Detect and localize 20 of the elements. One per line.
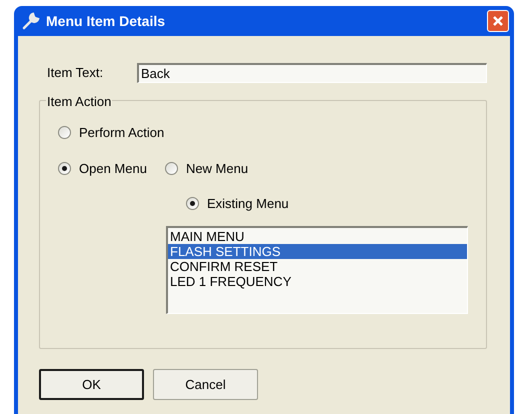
radio-button[interactable] — [164, 162, 178, 175]
list-item[interactable]: FLASH SETTINGS — [168, 244, 467, 258]
radio-button[interactable] — [186, 197, 199, 210]
dialog-button[interactable]: Cancel — [153, 369, 258, 400]
list-item[interactable]: MAIN MENU — [168, 228, 467, 244]
radio-button[interactable] — [58, 126, 71, 140]
item-text-field[interactable]: Back — [137, 63, 487, 83]
radio-label: New Menu — [186, 160, 248, 178]
field-label: Item Text: — [47, 64, 104, 82]
list-item[interactable]: CONFIRM RESET — [168, 258, 467, 274]
radio-button[interactable] — [58, 162, 71, 175]
radio-label: Open Menu — [79, 160, 147, 178]
list-item[interactable]: LED 1 FREQUENCY — [168, 274, 467, 288]
close-button[interactable] — [487, 10, 509, 32]
radio-label: Existing Menu — [207, 195, 289, 213]
dialog-button[interactable]: OK — [39, 369, 144, 400]
close-icon — [492, 15, 504, 27]
radio-label: Perform Action — [79, 124, 164, 142]
window-title: Menu Item Details — [46, 12, 166, 30]
wrench-icon — [22, 12, 40, 30]
